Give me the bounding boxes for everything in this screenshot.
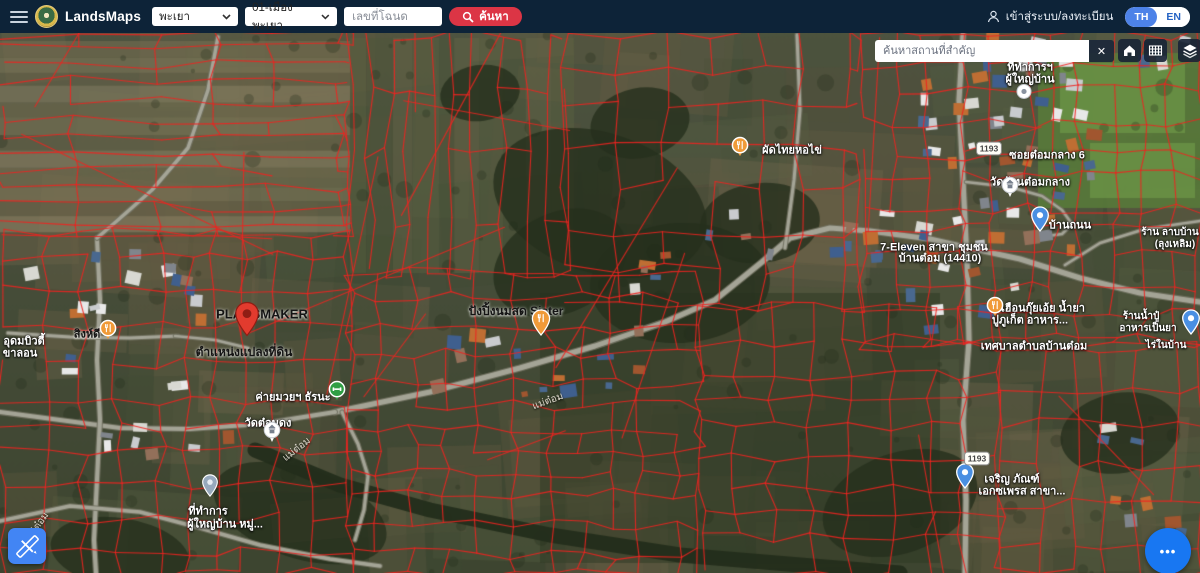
parcel-location-marker[interactable]: [234, 301, 260, 342]
search-icon: [462, 11, 474, 23]
province-select[interactable]: พะเยา: [152, 7, 238, 26]
restaurant-poi-marker[interactable]: [986, 296, 1004, 323]
province-select-value: พะเยา: [159, 8, 190, 26]
app-title: LandsMaps: [65, 9, 141, 24]
svg-text:1193: 1193: [968, 454, 987, 464]
gym-poi-marker[interactable]: [328, 380, 346, 407]
user-icon: [987, 10, 1000, 23]
restaurant-poi-marker[interactable]: [531, 309, 551, 341]
shop-poi-marker[interactable]: [1182, 309, 1200, 340]
district-select[interactable]: 01-เมืองพะเยา: [245, 7, 337, 26]
ellipsis-icon: •••: [1160, 544, 1177, 559]
home-button[interactable]: [1118, 39, 1141, 62]
layers-icon: [1182, 43, 1198, 59]
place-search-input[interactable]: [875, 40, 1089, 62]
home-icon: [1122, 43, 1137, 58]
restaurant-poi-marker[interactable]: [99, 319, 117, 346]
deed-number-input[interactable]: [344, 7, 442, 26]
lang-en-button[interactable]: EN: [1157, 7, 1190, 27]
restaurant-poi-marker[interactable]: [731, 136, 749, 163]
office-poi-marker[interactable]: [202, 474, 219, 502]
map-viewport[interactable]: PLANSMAKERตำแหน่งแปลงที่ดินปังปิ้งนมสด S…: [0, 33, 1200, 573]
svg-text:1193: 1193: [980, 144, 999, 154]
measure-ruler-pencil-icon: [16, 535, 39, 558]
lang-th-button[interactable]: TH: [1125, 7, 1157, 27]
login-register-link[interactable]: เข้าสู่ระบบ/ลงทะเบียน: [1006, 8, 1114, 26]
chevron-down-icon: [222, 14, 231, 20]
place-poi-marker[interactable]: [1031, 206, 1050, 237]
search-button-label: ค้นหา: [479, 8, 509, 26]
temple-poi-marker[interactable]: [263, 421, 281, 450]
grid-button[interactable]: [1144, 39, 1167, 62]
temple-poi-marker[interactable]: [1001, 176, 1019, 205]
satellite-map-canvas[interactable]: [0, 33, 1200, 573]
navbar-right: เข้าสู่ระบบ/ลงทะเบียน TH EN: [987, 7, 1190, 27]
dol-logo-icon: [35, 5, 58, 28]
landsmaps-app: LandsMaps พะเยา 01-เมืองพะเยา ค้นหา เข้า…: [0, 0, 1200, 573]
layers-button[interactable]: [1178, 39, 1200, 62]
measure-tool-button[interactable]: [8, 528, 46, 564]
route-shield: 1193: [976, 142, 1002, 161]
map-search-box: ✕: [875, 40, 1114, 62]
district-select-value: 01-เมืองพะเยา: [252, 0, 321, 35]
search-button[interactable]: ค้นหา: [449, 7, 522, 26]
top-navbar: LandsMaps พะเยา 01-เมืองพะเยา ค้นหา เข้า…: [0, 0, 1200, 33]
more-options-fab[interactable]: •••: [1145, 528, 1191, 573]
office-poi-marker[interactable]: [1016, 83, 1032, 104]
language-toggle: TH EN: [1125, 7, 1190, 27]
close-icon: ✕: [1097, 45, 1106, 58]
route-shield: 1193: [964, 452, 990, 471]
clear-search-button[interactable]: ✕: [1089, 40, 1114, 62]
chevron-down-icon: [321, 14, 330, 20]
grid-icon: [1148, 43, 1163, 58]
menu-icon[interactable]: [10, 11, 28, 23]
